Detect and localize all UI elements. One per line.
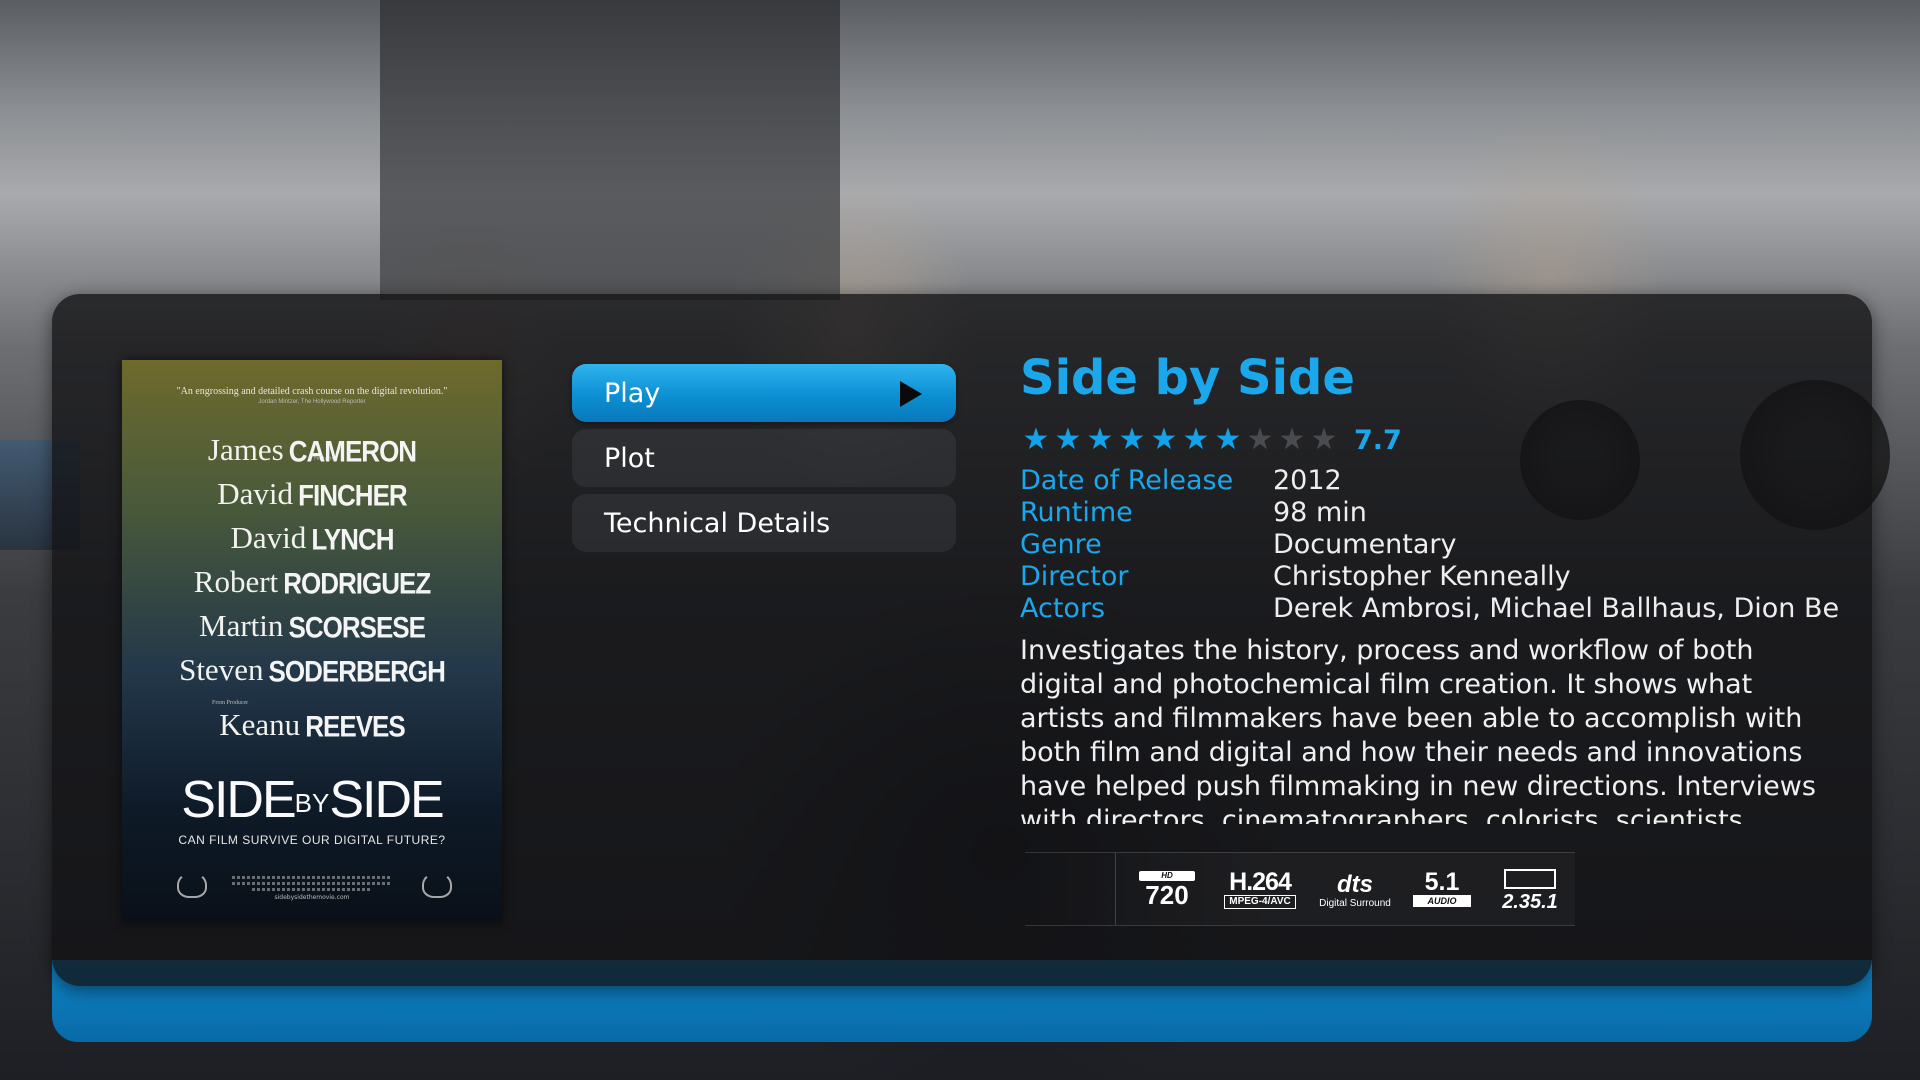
- poster-producer-label: From Producer: [212, 700, 249, 706]
- value-runtime: 98 min: [1273, 497, 1367, 528]
- fanart-door: [380, 0, 840, 300]
- poster-name-row: David LYNCH: [230, 520, 394, 557]
- poster-name-row: Martin SCORSESE: [199, 608, 426, 645]
- info-values: 2012 98 min Documentary Christopher Kenn…: [1273, 465, 1840, 625]
- label-date-of-release: Date of Release: [1020, 465, 1234, 496]
- poster-name-row: David FINCHER: [217, 476, 407, 513]
- plot-button-label: Plot: [604, 442, 655, 474]
- rating-value: 7.7: [1354, 424, 1402, 456]
- star-icon: ★: [1310, 422, 1338, 457]
- value-genre: Documentary: [1273, 529, 1457, 560]
- technical-details-button[interactable]: Technical Details: [572, 494, 956, 552]
- star-icon: ★: [1278, 422, 1306, 457]
- aspect-ratio-icon: 2.35.1: [1490, 853, 1570, 925]
- media-flags: HD 720 H.264 MPEG-4/AVC dts Digital Surr…: [1025, 852, 1575, 926]
- plot-text: Investigates the history, process and wo…: [1020, 635, 1816, 824]
- label-runtime: Runtime: [1020, 497, 1133, 528]
- star-icon: ★: [1150, 422, 1178, 457]
- poster-credits-block: [232, 882, 392, 885]
- poster-credits-block: [252, 888, 372, 891]
- dts-audio-icon: dts Digital Surround: [1319, 871, 1391, 910]
- hd-720-icon: HD 720: [1135, 853, 1199, 925]
- poster-tagline: CAN FILM SURVIVE OUR DIGITAL FUTURE?: [178, 833, 446, 847]
- label-actors: Actors: [1020, 593, 1106, 624]
- poster-credits-block: [232, 876, 392, 879]
- movie-title: Side by Side: [1020, 350, 1355, 406]
- star-icon: ★: [1118, 422, 1146, 457]
- value-actors: Derek Ambrosi, Michael Ballhaus, Dion Be…: [1273, 593, 1840, 624]
- poster-logo: SIDEBYSIDE: [181, 771, 444, 829]
- poster-name-row: James CAMERON: [207, 432, 417, 469]
- poster-url: sidebysidethemovie.com: [274, 894, 350, 901]
- value-date-of-release: 2012: [1273, 465, 1342, 496]
- play-icon: [900, 381, 922, 407]
- star-icon: ★: [1086, 422, 1114, 457]
- info-labels: Date of Release Runtime Genre Director A…: [1020, 465, 1233, 625]
- poster-name-row: Steven SODERBERGH: [179, 652, 446, 689]
- poster-name-row: Keanu REEVES: [219, 707, 405, 744]
- label-genre: Genre: [1020, 529, 1102, 560]
- movie-poster: "An engrossing and detailed crash course…: [122, 360, 502, 922]
- plot-button[interactable]: Plot: [572, 429, 956, 487]
- poster-name-row: Robert RODRIGUEZ: [193, 564, 431, 601]
- rating-stars: ★ ★ ★ ★ ★ ★ ★ ★ ★ ★ 7.7: [1020, 422, 1402, 458]
- star-icon: ★: [1022, 422, 1050, 457]
- star-icon: ★: [1054, 422, 1082, 457]
- technical-details-button-label: Technical Details: [604, 507, 831, 539]
- play-button-label: Play: [604, 377, 661, 409]
- audio-channels-icon: 5.1 AUDIO: [1410, 853, 1474, 925]
- star-icon: ★: [1246, 422, 1274, 457]
- poster-quote-source: Jordan Mintzer, The Hollywood Reporter: [258, 399, 366, 405]
- poster-quote: "An engrossing and detailed crash course…: [176, 386, 448, 397]
- value-director: Christopher Kenneally: [1273, 561, 1571, 592]
- star-icon: ★: [1214, 422, 1242, 457]
- star-icon: ★: [1182, 422, 1210, 457]
- h264-codec-icon: H.264 MPEG-4/AVC: [1220, 853, 1300, 925]
- flags-divider: [1115, 853, 1116, 925]
- label-director: Director: [1020, 561, 1129, 592]
- play-button[interactable]: Play: [572, 364, 956, 422]
